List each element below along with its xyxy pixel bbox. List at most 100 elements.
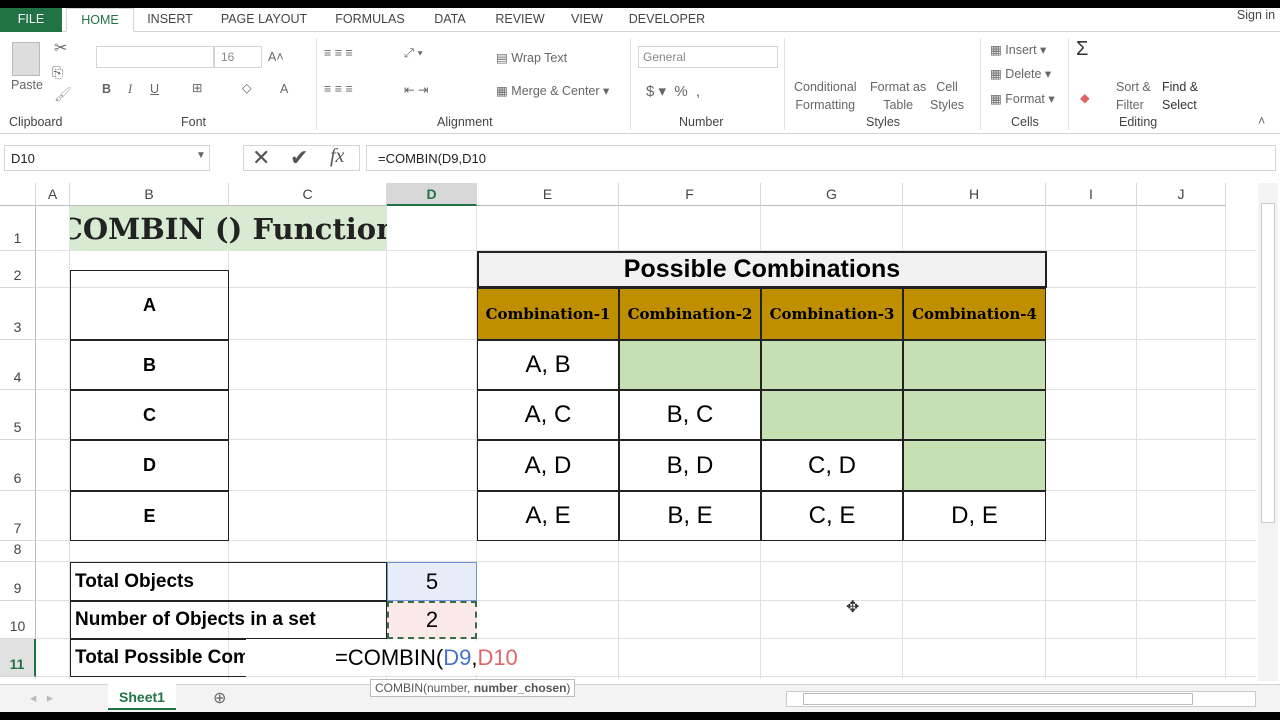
align-top-icon[interactable]: ≡ ≡ ≡ (324, 46, 353, 60)
bold-button[interactable]: B (102, 82, 111, 96)
italic-button[interactable]: I (128, 82, 132, 97)
cut-icon[interactable]: ✂ (54, 38, 67, 58)
row-header-10[interactable]: 10 (0, 601, 36, 639)
cell-b3[interactable]: A (70, 270, 229, 340)
collapse-ribbon-icon[interactable]: ˄ (1258, 114, 1265, 128)
cell-e4[interactable]: A, B (477, 340, 619, 390)
cell-b4[interactable]: B (70, 340, 229, 390)
tab-view[interactable]: VIEW (565, 8, 609, 32)
currency-icon[interactable]: $ ▾ % , (646, 82, 700, 100)
vertical-scroll-thumb[interactable] (1261, 203, 1275, 523)
cell-h3[interactable]: Combination-4 (903, 288, 1046, 340)
tab-developer[interactable]: DEVELOPER (626, 8, 708, 32)
cell-h6[interactable] (903, 440, 1046, 491)
tab-home[interactable]: HOME (66, 8, 134, 32)
sort-filter-button[interactable]: Sort & Filter (1116, 78, 1151, 114)
format-cells-button[interactable]: ▦ Format ▾ (990, 91, 1055, 106)
column-header-h[interactable]: H (903, 183, 1046, 206)
column-header-a[interactable]: A (36, 183, 70, 206)
cell-d9[interactable]: 5 (387, 562, 477, 601)
tab-data[interactable]: DATA (425, 8, 475, 32)
cell-b6[interactable]: D (70, 440, 229, 491)
horizontal-scrollbar[interactable] (786, 691, 1256, 707)
row-header-7[interactable]: 7 (0, 491, 36, 541)
cell-e6[interactable]: A, D (477, 440, 619, 491)
row-header-8[interactable]: 8 (0, 541, 36, 562)
font-size-dropdown[interactable]: 16 (214, 46, 262, 68)
cell-e3[interactable]: Combination-1 (477, 288, 619, 340)
fill-color-icon[interactable]: ◇ (242, 80, 252, 95)
vertical-scrollbar[interactable] (1258, 183, 1278, 681)
tab-formulas[interactable]: FORMULAS (330, 8, 410, 32)
tab-review[interactable]: REVIEW (490, 8, 550, 32)
insert-function-icon[interactable]: fx (330, 145, 344, 168)
orientation-icon[interactable]: ⤢ ▾ (404, 46, 423, 61)
new-sheet-icon[interactable]: ⊕ (213, 688, 226, 708)
name-box-dropdown-icon[interactable]: ▼ (196, 150, 206, 161)
clear-icon[interactable]: ◆ (1080, 90, 1090, 105)
column-header-e[interactable]: E (477, 183, 619, 206)
cell-f3[interactable]: Combination-2 (619, 288, 761, 340)
column-header-j[interactable]: J (1137, 183, 1226, 206)
cell-b10[interactable]: Number of Objects in a set (70, 601, 387, 639)
font-name-dropdown[interactable] (96, 46, 214, 68)
cell-b11[interactable]: Total Possible Com (70, 639, 246, 677)
column-header-d[interactable]: D (387, 183, 477, 206)
row-header-6[interactable]: 6 (0, 440, 36, 491)
conditional-formatting-button[interactable]: Conditional Formatting (794, 78, 857, 114)
column-header-g[interactable]: G (761, 183, 903, 206)
paste-button[interactable]: Paste (11, 78, 43, 92)
format-as-table-button[interactable]: Format as Table (870, 78, 926, 114)
cell-f6[interactable]: B, D (619, 440, 761, 491)
cell-g3[interactable]: Combination-3 (761, 288, 903, 340)
cancel-icon[interactable]: ✕ (252, 145, 270, 171)
cell-b7[interactable]: E (70, 491, 229, 541)
underline-button[interactable]: U (150, 82, 159, 96)
grow-font-icon[interactable]: A˄ (268, 50, 284, 64)
cell-b1[interactable]: COMBIN () Function (70, 206, 387, 251)
merge-center-button[interactable]: ▦ Merge & Center ▾ (496, 83, 609, 98)
borders-icon[interactable]: ⊞ (192, 80, 202, 95)
wrap-text-button[interactable]: ▤ Wrap Text (496, 50, 567, 65)
cell-styles-button[interactable]: Cell Styles (930, 78, 964, 114)
cell-b9[interactable]: Total Objects (70, 562, 387, 601)
cell-g7[interactable]: C, E (761, 491, 903, 541)
align-left-icon[interactable]: ≡ ≡ ≡ (324, 82, 353, 96)
row-header-5[interactable]: 5 (0, 390, 36, 440)
cell-d10[interactable]: 2 (387, 601, 477, 639)
column-header-b[interactable]: B (70, 183, 229, 206)
cell-e7[interactable]: A, E (477, 491, 619, 541)
horizontal-scroll-thumb[interactable] (803, 693, 1193, 705)
row-header-2[interactable]: 2 (0, 251, 36, 288)
worksheet-grid[interactable]: A B C D E F G H I J 1 2 3 4 5 6 7 8 9 10 11 COMBIN () Functio… (0, 183, 1256, 679)
cell-h5[interactable] (903, 390, 1046, 440)
enter-icon[interactable]: ✔ (290, 145, 308, 171)
insert-cells-button[interactable]: ▦ Insert ▾ (990, 42, 1046, 57)
cell-g6[interactable]: C, D (761, 440, 903, 491)
row-header-9[interactable]: 9 (0, 562, 36, 601)
formula-input[interactable]: =COMBIN(D9,D10 (366, 145, 1276, 171)
column-header-i[interactable]: I (1046, 183, 1137, 206)
cell-h4[interactable] (903, 340, 1046, 390)
copy-icon[interactable]: ⎘ (52, 64, 63, 81)
cell-h7[interactable]: D, E (903, 491, 1046, 541)
select-all-corner[interactable] (0, 183, 36, 206)
delete-cells-button[interactable]: ▦ Delete ▾ (990, 66, 1051, 81)
cell-f7[interactable]: B, E (619, 491, 761, 541)
cell-f4[interactable] (619, 340, 761, 390)
tab-insert[interactable]: INSERT (140, 8, 200, 32)
number-format-dropdown[interactable]: General (638, 46, 778, 68)
row-header-3[interactable]: 3 (0, 288, 36, 340)
tab-file[interactable]: FILE (0, 8, 62, 32)
cell-g4[interactable] (761, 340, 903, 390)
find-select-button[interactable]: Find & Select (1162, 78, 1198, 114)
tab-page-layout[interactable]: PAGE LAYOUT (214, 8, 314, 32)
cell-f5[interactable]: B, C (619, 390, 761, 440)
font-color-icon[interactable]: A (280, 82, 288, 96)
sign-in-link[interactable]: Sign in (1232, 4, 1280, 28)
paste-icon[interactable] (12, 42, 40, 76)
column-header-c[interactable]: C (229, 183, 387, 206)
row-header-11[interactable]: 11 (0, 639, 36, 677)
column-header-f[interactable]: F (619, 183, 761, 206)
row-header-4[interactable]: 4 (0, 340, 36, 390)
